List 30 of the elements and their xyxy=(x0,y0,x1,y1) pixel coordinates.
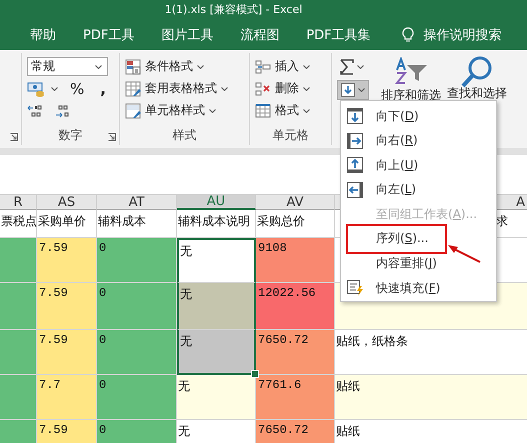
table-cell: 7650.72 xyxy=(256,330,335,375)
table-cell: 0 xyxy=(97,420,177,443)
table-cell: 7.59 xyxy=(37,420,97,443)
table-cell: 辅料成本说明 xyxy=(177,210,256,238)
table-cell: 辅料成本 xyxy=(97,210,177,238)
table-cell: 0 xyxy=(97,330,177,375)
table-cell: 票税点 xyxy=(0,210,37,238)
table-cell: 12022.56 xyxy=(256,283,335,330)
table-cell: 9108 xyxy=(256,238,335,283)
table-cell: 7650.72 xyxy=(256,420,335,443)
table-cell: 无 xyxy=(177,238,256,283)
table-cell: 采购总价 xyxy=(256,210,335,238)
table-cell: 采购单价 xyxy=(37,210,97,238)
table-cell: 无 xyxy=(177,330,256,375)
table-cell: 7.59 xyxy=(37,238,97,283)
table-cell: 7.7 xyxy=(37,375,97,420)
table-cell: 0 xyxy=(97,283,177,330)
group-label: 样式 xyxy=(172,126,196,144)
group-label: 数字 xyxy=(58,126,82,144)
table-cell: 无 xyxy=(177,283,256,330)
table-cell: 无 xyxy=(177,375,256,420)
window-title: 1(1).xls [兼容模式] - Excel xyxy=(164,2,302,17)
table-cell: 0 xyxy=(97,375,177,420)
table-cell: 7.59 xyxy=(37,330,97,375)
table-cell: 贴纸 xyxy=(335,375,527,420)
table-cell: 7.59 xyxy=(37,283,97,330)
group-label: 单元格 xyxy=(272,126,308,144)
table-cell: 0 xyxy=(97,238,177,283)
table-cell: 无 xyxy=(177,420,256,443)
table-cell: 7761.6 xyxy=(256,375,335,420)
